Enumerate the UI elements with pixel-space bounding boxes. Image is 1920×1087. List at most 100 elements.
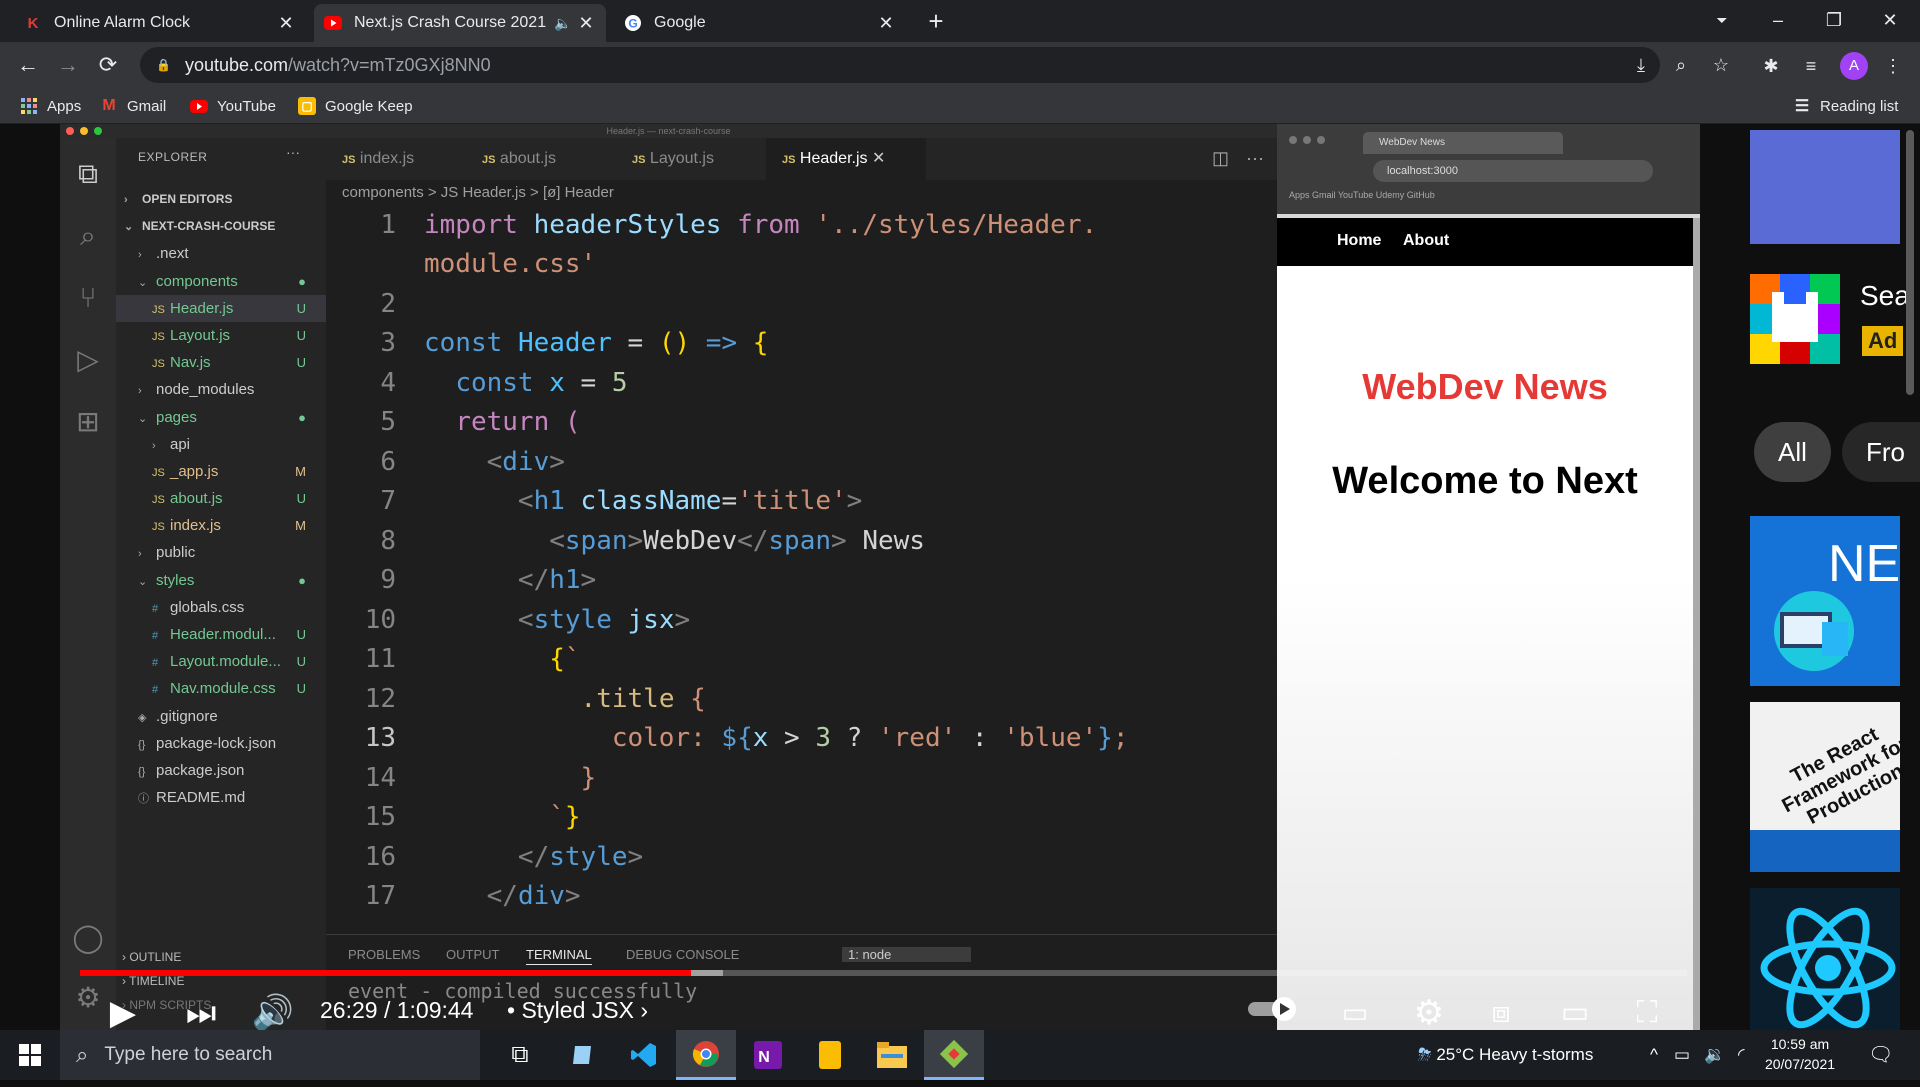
vscode-icon[interactable] [614,1030,674,1080]
install-icon[interactable]: ⤓ [1628,52,1654,78]
chip-all[interactable]: All [1754,422,1831,482]
editor-tab-label: about.js [499,150,556,167]
bookmark-star-icon[interactable]: ☆ [1708,52,1734,78]
page-scrollbar[interactable] [1906,130,1914,395]
recommendation-thumbnail-nextjs[interactable]: NEX [1750,516,1900,686]
editor-tab-index: JS index.js [326,138,466,180]
battery-icon[interactable]: ▭ [1674,1030,1690,1080]
youtube-icon [190,97,208,115]
close-tab-icon[interactable]: ✕ [276,13,296,34]
weather-cloud-icon: ⛈ [1418,1045,1432,1064]
recommendation-thumbnail-react[interactable] [1750,888,1900,1030]
explorer-title: EXPLORER [138,150,208,164]
tab-search-icon[interactable]: ⏷ [1694,0,1750,42]
code-line: </style> [517,842,644,872]
ad-logo[interactable] [1750,274,1840,364]
code-line: `} [549,802,581,832]
taskbar-search[interactable]: ⌕ Type here to search [60,1030,480,1080]
preview-chrome: WebDev News localhost:3000 Apps Gmail Yo… [1277,124,1700,214]
tab-youtube-video[interactable]: Next.js Crash Course 2021 - Y 🔈 ✕ [314,4,606,42]
close-tab-icon[interactable]: ✕ [876,13,896,34]
bookmark-gmail[interactable]: M Gmail [100,96,166,116]
mac-dot [1317,136,1325,144]
search-icon: ⌕ [76,1042,89,1067]
bookmark-label: YouTube [217,97,276,115]
close-tab-icon[interactable]: ✕ [576,13,596,34]
minimize-icon[interactable]: – [1750,0,1806,42]
new-tab-button[interactable]: + [920,6,952,38]
preview-scrollbar [1693,218,1700,1046]
weather-widget[interactable]: ⛈ 25°C Heavy t-storms [1418,1030,1593,1080]
surface-app-icon[interactable] [552,1030,612,1080]
editor-tab-layout: JS Layout.js [616,138,766,180]
address-bar[interactable]: 🔒 youtube.com/watch?v=mTz0GXj8NN0 [140,47,1660,83]
bookmark-apps[interactable]: Apps [20,96,81,116]
google-icon: G [624,14,642,32]
notifications-icon[interactable]: 🗨 [1868,1030,1893,1080]
bookmark-google-keep[interactable]: ▢ Google Keep [298,96,413,116]
extensions-icon[interactable]: ✱ [1756,51,1786,81]
maximize-icon[interactable]: ❐ [1806,0,1862,42]
explorer-item: ◈ .gitignore [116,703,326,730]
close-window-icon[interactable]: ✕ [1862,0,1918,42]
git-status-badge: ● [298,572,306,588]
svg-text:N: N [758,1049,770,1066]
buffered-bar [690,970,723,976]
reading-list-button[interactable]: ☰ Reading list [1793,96,1899,116]
progress-bar[interactable] [80,970,1687,976]
explorer-item: JS Header.js U [116,294,326,322]
speaker-icon[interactable]: 🔈 [550,15,576,32]
explorer-item: ⌄ components ● [116,268,326,295]
line-number: 15 [364,802,396,832]
video-player[interactable]: Header.js — next-crash-course ⧉ ⌕ ⑂ ▷ ⊞ … [60,124,1700,1046]
tab-online-alarm-clock[interactable]: K Online Alarm Clock ✕ [14,4,306,42]
line-number: 4 [380,368,396,398]
chapter-title[interactable]: • Styled JSX › [507,997,648,1024]
explorer-item: JS _app.js M [116,458,326,485]
taskbar-clock[interactable]: 10:59 am 20/07/2021 [1740,1034,1860,1074]
ad-title[interactable]: Sea [1860,280,1910,312]
recommendation-thumbnail[interactable] [1750,130,1900,244]
reading-list-icon: ☰ [1794,98,1810,115]
show-hidden-icons[interactable]: ^ [1650,1030,1658,1080]
volume-tray-icon[interactable]: 🔉 [1704,1030,1725,1080]
code-line: </div> [486,881,581,911]
vscode-editor: JS index.js JS about.js JS Layout.js JS … [326,138,1277,1046]
recommendation-thumbnail-react-framework[interactable]: The React Framework for Production [1750,702,1900,872]
tab-google[interactable]: G Google ✕ [614,4,906,42]
task-view-icon[interactable]: ⧉ [490,1030,550,1080]
line-number: 10 [364,605,396,635]
reload-icon[interactable]: ⟳ [90,48,126,82]
bookmark-youtube[interactable]: YouTube [190,96,276,116]
timeline-section: › TIMELINE [122,974,185,988]
outline-section: › OUTLINE [122,950,182,964]
chip-from[interactable]: Fro [1842,422,1920,482]
url-path: /watch?v=mTz0GXj8NN0 [288,54,491,75]
back-icon[interactable]: ← [10,48,46,82]
source-control-icon: ⑂ [79,282,97,313]
tree-item-label: NEXT-CRASH-COURSE [142,219,276,234]
line-number: 17 [364,881,396,911]
youtube-icon [324,14,342,32]
git-app-icon[interactable] [924,1030,984,1080]
sticky-notes-icon[interactable] [800,1030,860,1080]
windows-start-icon[interactable] [0,1030,60,1080]
media-control-icon[interactable]: ≡ [1796,51,1826,81]
played-bar [80,970,691,976]
bookmark-label: Google Keep [325,97,413,115]
onenote-icon[interactable]: N [738,1030,798,1080]
timeline-label: TIMELINE [129,974,185,988]
panel-tab-problems: PROBLEMS [348,947,421,962]
menu-dots-icon[interactable]: ⋮ [1878,51,1908,81]
chrome-icon[interactable] [676,1030,736,1080]
zoom-icon[interactable]: ⌕ [1668,52,1694,78]
git-status-badge: ● [298,409,306,425]
forward-icon[interactable]: → [50,48,86,82]
terminal-select: 1: node [842,947,972,962]
tree-item-label: globals.css [170,598,245,616]
profile-avatar[interactable]: A [1840,52,1868,80]
tab-strip: K Online Alarm Clock ✕ Next.js Crash Cou… [0,0,1920,42]
file-explorer-icon[interactable] [862,1030,922,1080]
code-line: <h1 className='title'> [517,486,863,516]
code-line: } [580,763,597,793]
